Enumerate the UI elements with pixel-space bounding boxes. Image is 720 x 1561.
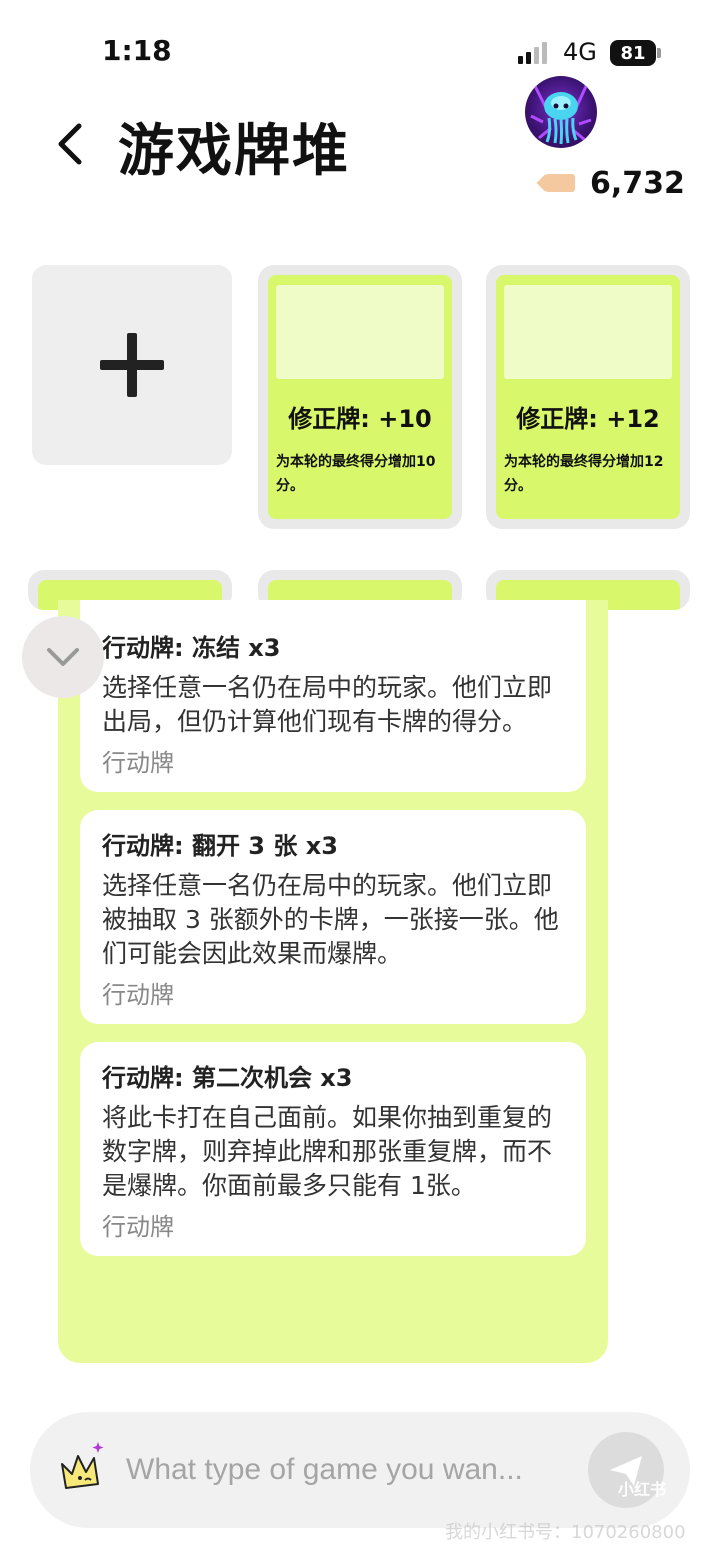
avatar[interactable] xyxy=(525,76,597,148)
card-image-placeholder xyxy=(504,285,672,379)
status-time: 1:18 xyxy=(102,34,172,67)
list-item[interactable]: 行动牌: 翻开 3 张 x3 选择任意一名仍在局中的玩家。他们立即被抽取 3 张… xyxy=(80,810,586,1024)
deck-card-face: 修正牌: +10 为本轮的最终得分增加10分。 xyxy=(268,275,452,519)
back-button[interactable] xyxy=(50,118,90,170)
watermark-badge: 小红书 xyxy=(618,1480,667,1499)
jellyfish-icon xyxy=(530,83,592,145)
list-item[interactable]: 行动牌: 第二次机会 x3 将此卡打在自己面前。如果你抽到重复的数字牌，则弃掉此… xyxy=(80,1042,586,1256)
action-card-title: 行动牌: 翻开 3 张 x3 xyxy=(102,832,338,860)
action-list-panel: 行动牌: 冻结 x3 选择任意一名仍在局中的玩家。他们立即出局，但仍计算他们现有… xyxy=(58,600,608,1363)
deck-card[interactable]: 修正牌: +12 为本轮的最终得分增加12分。 xyxy=(486,265,690,529)
deck-card-title: 修正牌: +12 xyxy=(516,405,660,433)
coin-balance: 6,732 xyxy=(590,166,685,201)
signal-icon xyxy=(518,40,547,64)
prompt-input[interactable] xyxy=(126,1448,566,1492)
battery-cap xyxy=(657,48,661,58)
add-card-button[interactable] xyxy=(32,265,232,465)
action-card-description: 选择任意一名仍在局中的玩家。他们立即出局，但仍计算他们现有卡牌的得分。 xyxy=(102,673,553,736)
action-card-title: 行动牌: 第二次机会 x3 xyxy=(102,1064,353,1092)
plus-icon xyxy=(100,333,164,397)
coin-icon xyxy=(545,174,575,192)
deck-card-face: 修正牌: +12 为本轮的最终得分增加12分。 xyxy=(496,275,680,519)
chevron-left-icon xyxy=(58,123,82,165)
battery-icon: 81 xyxy=(610,40,656,66)
action-card-type: 行动牌 xyxy=(102,981,174,1009)
crown-icon[interactable] xyxy=(58,1440,108,1496)
battery-level: 81 xyxy=(620,42,646,64)
deck-card-description: 为本轮的最终得分增加10分。 xyxy=(276,454,436,494)
deck-card[interactable]: 修正牌: +10 为本轮的最终得分增加10分。 xyxy=(258,265,462,529)
collapse-button[interactable] xyxy=(22,616,104,698)
action-card-type: 行动牌 xyxy=(102,1213,174,1241)
watermark-text: 我的小红书号：1070260800 xyxy=(445,1522,686,1543)
action-card-title: 行动牌: 冻结 x3 xyxy=(102,634,281,662)
deck-card-title: 修正牌: +10 xyxy=(288,405,432,433)
list-item[interactable]: 行动牌: 冻结 x3 选择任意一名仍在局中的玩家。他们立即出局，但仍计算他们现有… xyxy=(80,600,586,792)
network-label: 4G xyxy=(563,38,597,66)
action-card-type: 行动牌 xyxy=(102,749,174,777)
action-card-description: 选择任意一名仍在局中的玩家。他们立即被抽取 3 张额外的卡牌，一张接一张。他们可… xyxy=(102,871,559,968)
deck-card-description: 为本轮的最终得分增加12分。 xyxy=(504,454,664,494)
chevron-down-icon xyxy=(47,648,79,666)
card-image-placeholder xyxy=(276,285,444,379)
page-title: 游戏牌堆 xyxy=(118,119,350,184)
action-card-description: 将此卡打在自己面前。如果你抽到重复的数字牌，则弃掉此牌和那张重复牌，而不是爆牌。… xyxy=(102,1103,553,1200)
